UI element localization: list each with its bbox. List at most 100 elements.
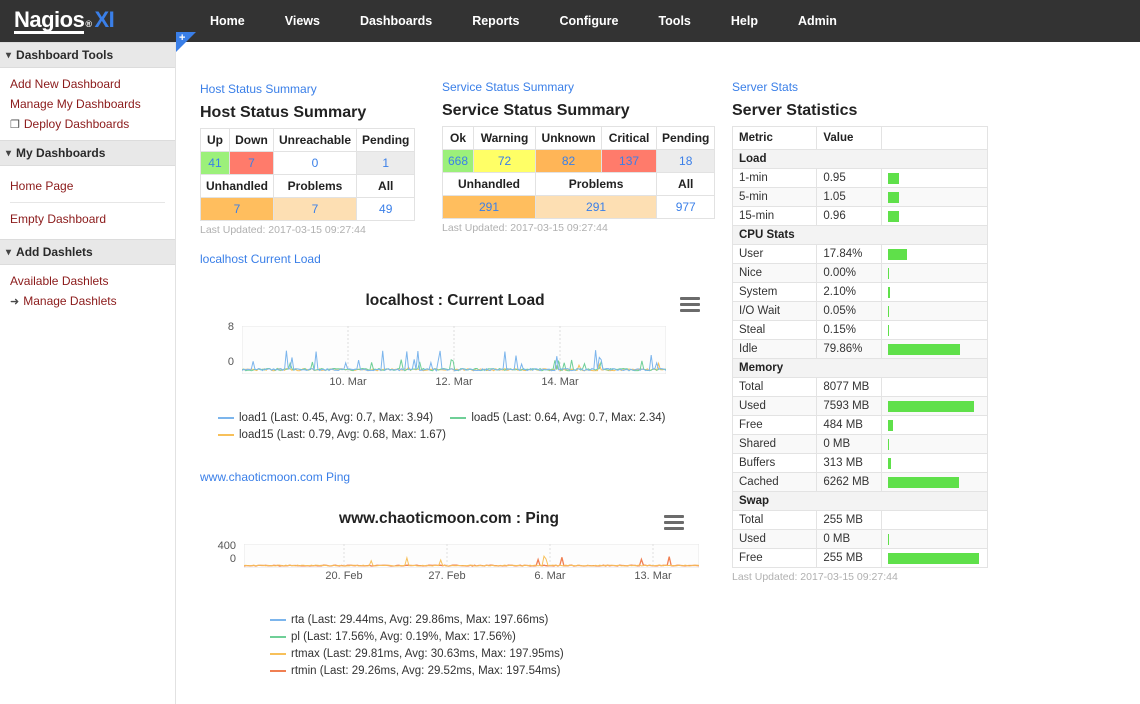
sidebar-item-deploy-dashboards[interactable]: ❐ Deploy Dashboards bbox=[0, 114, 175, 134]
server-stats-value: 2.10% bbox=[816, 282, 882, 302]
svc-header-warning: Warning bbox=[473, 126, 537, 150]
host-value-unreachable[interactable]: 0 bbox=[272, 151, 358, 175]
sidebar-item-manage-my-dashboards[interactable]: Manage My Dashboards bbox=[0, 94, 175, 114]
table-row: Metric Value bbox=[731, 126, 989, 150]
sidebar-section-add-dashlets[interactable]: ▾ Add Dashlets bbox=[0, 239, 175, 265]
host-header-unreachable: Unreachable bbox=[272, 128, 358, 152]
legend-item-load5[interactable]: load5 (Last: 0.64, Avg: 0.7, Max: 2.34) bbox=[450, 410, 665, 427]
table-row: 1-min 0.95 bbox=[731, 168, 989, 188]
server-stats-body: Load 1-min 0.95 5-min 1.05 15-min 0.96 CPU Stat… bbox=[731, 149, 989, 568]
table-row: Unhandled Problems All bbox=[200, 174, 416, 198]
logo-registered-mark: ® bbox=[85, 18, 92, 29]
nav-item-reports[interactable]: Reports bbox=[452, 0, 539, 42]
server-stats-bar bbox=[887, 191, 899, 203]
host-value-problems[interactable]: 7 bbox=[272, 197, 358, 221]
sidebar-list-dashboard-tools: Add New Dashboard Manage My Dashboards ❐… bbox=[0, 68, 175, 140]
x-tick-3: 13. Mar bbox=[634, 570, 672, 582]
host-value-pending[interactable]: 1 bbox=[356, 151, 416, 175]
nav-item-home[interactable]: Home bbox=[190, 0, 265, 42]
svc-value-all[interactable]: 977 bbox=[656, 195, 716, 219]
server-stats-bar bbox=[887, 286, 891, 298]
svc-value-critical[interactable]: 137 bbox=[601, 149, 658, 173]
nav-item-dashboards[interactable]: Dashboards bbox=[340, 0, 452, 42]
chart-legend-load: load1 (Last: 0.45, Avg: 0.7, Max: 3.94) … bbox=[200, 410, 710, 444]
host-value-unhandled[interactable]: 7 bbox=[200, 197, 274, 221]
host-value-all[interactable]: 49 bbox=[356, 197, 416, 221]
server-stats-metric: Idle bbox=[731, 339, 818, 359]
host-status-table: Up Down Unreachable Pending 41 7 0 1 Unh… bbox=[200, 128, 416, 221]
sidebar-section-dashboard-tools[interactable]: ▾ Dashboard Tools bbox=[0, 42, 175, 68]
plot-area-load: 8 0 10. Mar 12. Mar 14. Mar bbox=[200, 321, 710, 388]
host-header-unhandled: Unhandled bbox=[200, 174, 274, 198]
legend-item-load1[interactable]: load1 (Last: 0.45, Avg: 0.7, Max: 3.94) bbox=[218, 410, 433, 427]
sidebar-item-empty-dashboard[interactable]: Empty Dashboard bbox=[0, 205, 175, 233]
table-row: Total 8077 MB bbox=[731, 377, 989, 397]
dashlet-link-service-status[interactable]: Service Status Summary bbox=[442, 80, 724, 94]
sidebar-section-title: Dashboard Tools bbox=[16, 48, 114, 62]
service-status-table: Ok Warning Unknown Critical Pending 668 … bbox=[441, 126, 716, 219]
legend-item-pl[interactable]: pl (Last: 17.56%, Avg: 0.19%, Max: 17.56… bbox=[270, 629, 710, 646]
sidebar-item-home-page[interactable]: Home Page bbox=[0, 172, 175, 200]
legend-item-load15[interactable]: load15 (Last: 0.79, Avg: 0.68, Max: 1.67… bbox=[218, 427, 446, 444]
host-value-down[interactable]: 7 bbox=[228, 151, 275, 175]
dashlet-link-localhost-load[interactable]: localhost Current Load bbox=[200, 252, 710, 266]
server-stats-metric: 15-min bbox=[731, 206, 818, 226]
svc-value-problems[interactable]: 291 bbox=[535, 195, 658, 219]
nav-item-admin[interactable]: Admin bbox=[778, 0, 857, 42]
dashlet-link-host-status[interactable]: Host Status Summary bbox=[200, 82, 410, 96]
server-stats-value: 1.05 bbox=[816, 187, 882, 207]
server-stats-group-label: CPU Stats bbox=[732, 225, 988, 245]
sidebar: ▾ Dashboard Tools Add New Dashboard Mana… bbox=[0, 42, 176, 704]
server-stats-value: 0 MB bbox=[816, 434, 882, 454]
plus-icon[interactable]: + bbox=[179, 33, 185, 44]
server-stats-bar bbox=[887, 172, 899, 184]
nav-item-tools[interactable]: Tools bbox=[638, 0, 710, 42]
svc-value-pending[interactable]: 18 bbox=[656, 149, 716, 173]
y-tick-top: 8 bbox=[227, 321, 234, 333]
svc-value-unhandled[interactable]: 291 bbox=[441, 195, 537, 219]
server-stats-bar-cell bbox=[880, 377, 989, 397]
legend-item-rtmax[interactable]: rtmax (Last: 29.81ms, Avg: 30.63ms, Max:… bbox=[270, 646, 710, 663]
sidebar-item-available-dashlets[interactable]: Available Dashlets bbox=[0, 271, 175, 291]
table-row: Used 7593 MB bbox=[731, 396, 989, 416]
hamburger-icon[interactable] bbox=[680, 294, 700, 315]
dashboard-content: Host Status Summary Host Status Summary … bbox=[176, 42, 1140, 704]
legend-item-rtmin[interactable]: rtmin (Last: 29.26ms, Avg: 29.52ms, Max:… bbox=[270, 663, 710, 680]
host-value-up[interactable]: 41 bbox=[200, 151, 230, 175]
sidebar-item-label: Deploy Dashboards bbox=[23, 117, 130, 131]
server-stats-value: 0.05% bbox=[816, 301, 882, 321]
sidebar-item-manage-dashlets[interactable]: ➜ Manage Dashlets bbox=[0, 291, 175, 311]
server-stats-value: 484 MB bbox=[816, 415, 882, 435]
server-stats-metric: 5-min bbox=[731, 187, 818, 207]
dashlet-link-server-stats[interactable]: Server Stats bbox=[732, 80, 994, 94]
svc-value-warning[interactable]: 72 bbox=[473, 149, 537, 173]
svc-value-unknown[interactable]: 82 bbox=[535, 149, 603, 173]
server-stats-value: 0.15% bbox=[816, 320, 882, 340]
sidebar-section-my-dashboards[interactable]: ▾ My Dashboards bbox=[0, 140, 175, 166]
legend-item-rta[interactable]: rta (Last: 29.44ms, Avg: 29.86ms, Max: 1… bbox=[270, 612, 710, 629]
server-stats-bar bbox=[887, 552, 980, 564]
nagios-xi-logo[interactable]: Nagios ® XI bbox=[0, 6, 176, 34]
svc-value-ok[interactable]: 668 bbox=[441, 149, 475, 173]
chart-localhost-load: localhost : Current Load 8 0 10. Mar 12.… bbox=[200, 292, 710, 444]
nav-item-help[interactable]: Help bbox=[711, 0, 778, 42]
chart-title: www.chaoticmoon.com : Ping bbox=[339, 510, 559, 527]
nav-item-views[interactable]: Views bbox=[265, 0, 340, 42]
chart-legend-ping: rta (Last: 29.44ms, Avg: 29.86ms, Max: 1… bbox=[200, 612, 710, 680]
server-stats-value: 255 MB bbox=[816, 510, 882, 530]
svc-header-pending: Pending bbox=[656, 126, 716, 150]
x-tick-1: 27. Feb bbox=[428, 570, 466, 582]
server-stats-bar-cell bbox=[880, 434, 989, 454]
x-axis-labels-load: 10. Mar 12. Mar 14. Mar bbox=[242, 376, 666, 392]
legend-label: rtmax (Last: 29.81ms, Avg: 30.63ms, Max:… bbox=[291, 648, 564, 660]
svc-header-problems: Problems bbox=[535, 172, 658, 196]
table-row: Total 255 MB bbox=[731, 510, 989, 530]
hamburger-icon[interactable] bbox=[664, 512, 684, 533]
sidebar-section-title: My Dashboards bbox=[16, 146, 106, 160]
svc-header-unknown: Unknown bbox=[535, 126, 603, 150]
dashlet-link-chaoticmoon-ping[interactable]: www.chaoticmoon.com Ping bbox=[200, 470, 710, 484]
nav-item-configure[interactable]: Configure bbox=[539, 0, 638, 42]
logo-suffix: XI bbox=[94, 6, 115, 32]
plot-area-ping: 400 0 20. Feb 27. Feb 6. Mar 13. Mar bbox=[200, 540, 710, 586]
sidebar-item-add-new-dashboard[interactable]: Add New Dashboard bbox=[0, 74, 175, 94]
